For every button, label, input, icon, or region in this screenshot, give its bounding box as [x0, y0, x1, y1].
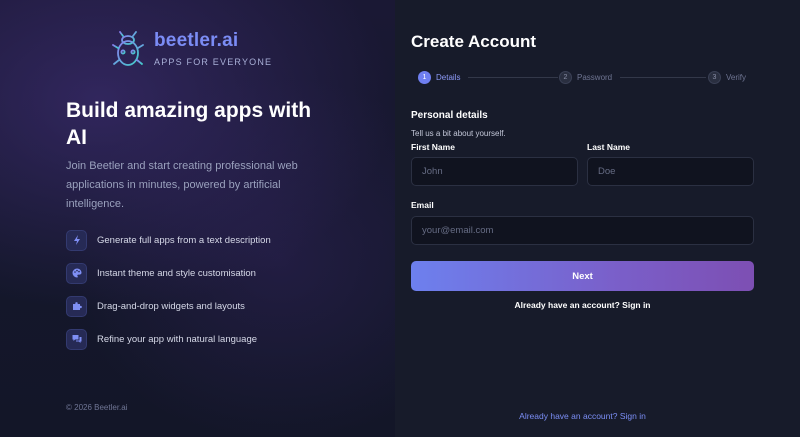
first-name-label: First Name [411, 142, 455, 152]
first-name-input[interactable] [411, 157, 578, 186]
palette-icon [66, 262, 87, 284]
lightning-icon [66, 229, 87, 251]
step-label: Verify [726, 73, 747, 82]
step-label: Password [577, 73, 613, 82]
feature-label: Drag-and-drop widgets and layouts [97, 300, 245, 312]
last-name-input[interactable] [587, 157, 754, 186]
next-button[interactable]: Next [411, 261, 754, 291]
step-label: Details [436, 73, 461, 82]
brand-logo: beetler.ai APPS FOR EVERYONE [111, 30, 272, 67]
step-number: 1 [418, 71, 431, 84]
email-input[interactable] [411, 216, 754, 245]
step-connector [468, 77, 558, 78]
last-name-label: Last Name [587, 142, 630, 152]
feature-item: Generate full apps from a text descripti… [66, 229, 271, 251]
brand-tagline: APPS FOR EVERYONE [154, 57, 273, 67]
feature-label: Refine your app with natural language [97, 333, 258, 345]
brand-name: beetler.ai [154, 30, 239, 51]
step-verify[interactable]: 3 Verify [708, 71, 746, 84]
step-number: 2 [559, 71, 572, 84]
chat-icon [66, 328, 87, 350]
feature-list: Generate full apps from a text descripti… [66, 229, 271, 361]
signup-stepper: 1 Details 2 Password 3 Verify [418, 71, 748, 85]
footer-signin-link[interactable]: Already have an account? Sign in [411, 411, 754, 421]
hero-headline: Build amazing apps with AI [66, 99, 312, 149]
puzzle-icon [66, 295, 87, 317]
step-connector [620, 77, 706, 78]
signin-link[interactable]: Already have an account? Sign in [411, 300, 754, 310]
step-details[interactable]: 1 Details [418, 71, 460, 84]
feature-label: Instant theme and style customisation [97, 267, 256, 279]
feature-item: Instant theme and style customisation [66, 262, 271, 284]
step-number: 3 [708, 71, 721, 84]
step-password[interactable]: 2 Password [559, 71, 612, 84]
section-subtitle: Tell us a bit about yourself. [411, 129, 506, 138]
feature-label: Generate full apps from a text descripti… [97, 234, 271, 246]
copyright: © 2026 Beetler.ai [66, 403, 128, 412]
beetle-logo-icon [111, 30, 145, 66]
form-title: Create Account [411, 32, 537, 51]
section-title: Personal details [411, 110, 488, 121]
email-label: Email [411, 200, 434, 210]
hero-description: Join Beetler and start creating professi… [66, 160, 298, 210]
feature-item: Refine your app with natural language [66, 328, 271, 350]
feature-item: Drag-and-drop widgets and layouts [66, 295, 271, 317]
